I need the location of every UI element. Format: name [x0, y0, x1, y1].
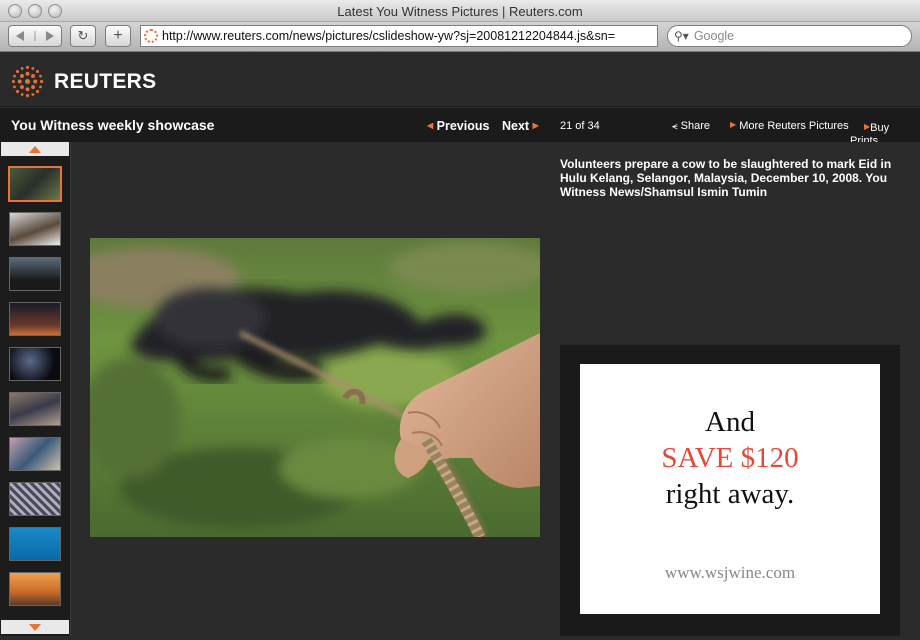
plus-icon: +: [113, 27, 123, 44]
thumbnail-filmstrip: [0, 142, 71, 636]
search-input[interactable]: ⚲▾ Google: [667, 25, 912, 47]
share-label: Share: [680, 120, 710, 132]
next-link[interactable]: Next ▶: [502, 119, 539, 133]
slideshow-title: You Witness weekly showcase: [11, 117, 215, 133]
window-titlebar: Latest You Witness Pictures | Reuters.co…: [0, 0, 920, 22]
back-forward-arrow-icon: [16, 31, 54, 41]
thumbnail-dusk[interactable]: [9, 302, 61, 336]
ad-headline-line2: SAVE $120: [661, 442, 799, 474]
slide-counter: 21 of 34: [560, 120, 600, 132]
thumbnail-cow[interactable]: [8, 166, 62, 202]
reload-button[interactable]: ↻: [70, 25, 96, 47]
thumbnail-hands[interactable]: [9, 212, 61, 246]
main-photo[interactable]: [90, 238, 540, 537]
reload-icon: ↻: [77, 28, 89, 43]
search-placeholder: Google: [693, 29, 735, 43]
arrow-up-icon: [29, 145, 41, 153]
thumbnail-texture[interactable]: [9, 482, 61, 516]
reuters-wordmark[interactable]: REUTERS: [54, 70, 156, 94]
add-bookmark-button[interactable]: +: [105, 25, 131, 47]
photo-image: [90, 238, 540, 537]
filmstrip-scroll-up-button[interactable]: [1, 142, 69, 156]
filmstrip-scroll-down-button[interactable]: [1, 620, 69, 634]
slideshow-bar: You Witness weekly showcase ◀ Previous N…: [0, 108, 920, 147]
right-arrow-icon: ▶: [730, 120, 737, 129]
thumbnail-night[interactable]: [9, 347, 61, 381]
wine-advertisement[interactable]: And SAVE $120 right away. www.wsjwine.co…: [580, 364, 880, 614]
back-forward-buttons[interactable]: [8, 25, 62, 47]
more-pictures-link[interactable]: ▶ More Reuters Pictures: [730, 120, 849, 132]
arrow-down-icon: [29, 623, 41, 631]
thumbnail-silhouette[interactable]: [9, 257, 61, 291]
ad-headline-line3: right away.: [665, 478, 795, 510]
thumbnail-people[interactable]: [9, 437, 61, 471]
thumbnail-sunset[interactable]: [9, 572, 61, 606]
site-header: REUTERS: [0, 53, 920, 107]
reuters-logo-icon[interactable]: [11, 65, 44, 98]
previous-link[interactable]: ◀ Previous: [427, 119, 489, 133]
right-arrow-icon: ▶: [532, 121, 539, 130]
magnifier-icon: ⚲▾: [674, 29, 689, 43]
previous-label: Previous: [436, 119, 490, 133]
address-bar-url: http://www.reuters.com/news/pictures/csl…: [162, 29, 616, 43]
more-pictures-label: More Reuters Pictures: [739, 120, 849, 132]
window-title: Latest You Witness Pictures | Reuters.co…: [337, 4, 583, 19]
ad-url: www.wsjwine.com: [664, 563, 796, 582]
ad-headline-line1: And: [705, 406, 755, 438]
photo-caption: Volunteers prepare a cow to be slaughter…: [560, 157, 892, 199]
address-bar[interactable]: http://www.reuters.com/news/pictures/csl…: [140, 25, 658, 47]
next-label: Next: [502, 119, 530, 133]
thumbnail-crowd[interactable]: [9, 392, 61, 426]
share-link[interactable]: ⪪ Share: [672, 120, 710, 132]
left-arrow-icon: ◀: [427, 121, 434, 130]
share-icon: ⪪: [672, 121, 678, 132]
thumbnail-blue[interactable]: [9, 527, 61, 561]
reuters-favicon-icon: [144, 29, 158, 43]
browser-toolbar: ↻ + http://www.reuters.com/news/pictures…: [0, 22, 920, 52]
